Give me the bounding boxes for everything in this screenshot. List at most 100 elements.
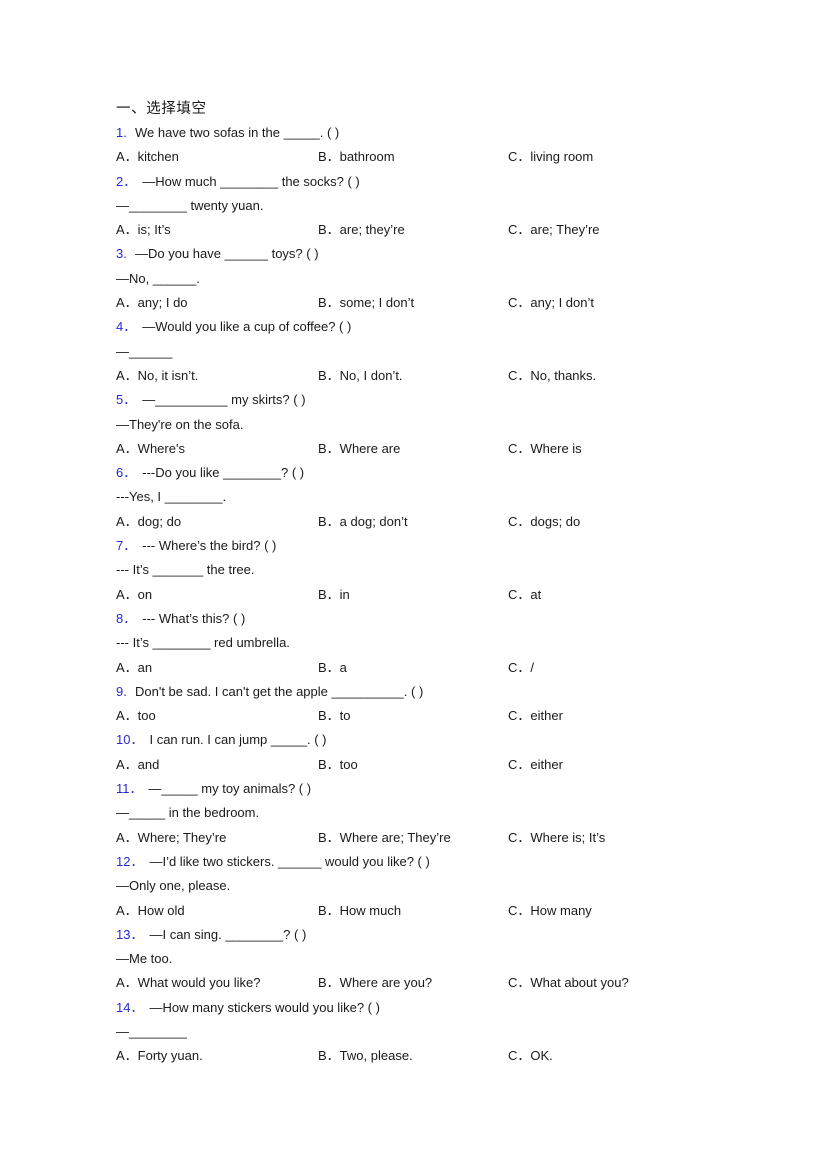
option-label: C． [508, 586, 531, 602]
question-prompt: 10． I can run. I can jump _____. ( ) [116, 728, 756, 752]
option-text: Where's [137, 440, 185, 456]
option-a[interactable]: A．dog; do [116, 510, 181, 534]
question-prompt: 9. Don't be sad. I can't get the apple __… [116, 680, 756, 704]
option-c[interactable]: C．dogs; do [508, 510, 580, 534]
question-text: —No, ______. [116, 270, 200, 286]
option-c[interactable]: C．are; They’re [508, 218, 600, 242]
question-prompt-continuation: —______ [116, 340, 756, 364]
option-label: B． [318, 829, 340, 845]
question-prompt: 7． --- Where’s the bird? ( ) [116, 534, 756, 558]
option-b[interactable]: B．too [318, 753, 358, 777]
option-label: A． [116, 586, 138, 602]
option-b[interactable]: B．Where are you? [318, 971, 432, 995]
option-a[interactable]: A．is; It’s [116, 218, 171, 242]
option-c[interactable]: C．Where is [508, 437, 582, 461]
option-label: B． [318, 756, 340, 772]
option-label: C． [508, 295, 531, 311]
option-a[interactable]: A．kitchen [116, 145, 179, 169]
option-label: B． [318, 440, 340, 456]
option-label: B． [318, 586, 340, 602]
option-text: No, I don’t. [339, 367, 403, 383]
option-text: any; I do [137, 295, 188, 311]
question-text: ---Yes, I ________. [116, 489, 227, 505]
option-label: A． [116, 367, 138, 383]
option-a[interactable]: A．No, it isn’t. [116, 364, 198, 388]
option-text: No, it isn’t. [137, 367, 199, 383]
question-prompt-continuation: —Me too. [116, 947, 756, 971]
option-text: OK. [530, 1048, 553, 1064]
option-label: A． [116, 222, 138, 238]
option-c[interactable]: C．at [508, 583, 541, 607]
option-text: in [339, 586, 350, 602]
option-text: and [137, 756, 160, 772]
option-label: B． [318, 513, 340, 529]
option-c[interactable]: C．either [508, 704, 563, 728]
option-c[interactable]: C．What about you? [508, 971, 629, 995]
option-c[interactable]: C．either [508, 753, 563, 777]
option-a[interactable]: A．What would you like? [116, 971, 261, 995]
option-label: A． [116, 756, 138, 772]
option-a[interactable]: A．and [116, 753, 159, 777]
option-b[interactable]: B．Two, please. [318, 1044, 413, 1068]
option-row: A．kitchen B．bathroom C．living room [116, 145, 756, 169]
option-row: A．How old B．How much C．How many [116, 899, 756, 923]
option-b[interactable]: B．Where are; They’re [318, 826, 451, 850]
question-text: —They're on the sofa. [116, 416, 244, 432]
option-c[interactable]: C．/ [508, 656, 534, 680]
option-b[interactable]: B．How much [318, 899, 401, 923]
option-c[interactable]: C．any; I don’t [508, 291, 594, 315]
option-a[interactable]: A．an [116, 656, 152, 680]
option-text: No, thanks. [530, 367, 597, 383]
option-row: A．an B．a C．/ [116, 656, 756, 680]
option-b[interactable]: B．some; I don’t [318, 291, 414, 315]
option-text: / [530, 659, 535, 675]
question-prompt-continuation: —Only one, please. [116, 874, 756, 898]
question-text: We have two sofas in the _____. ( ) [135, 125, 340, 140]
question-text: —How much ________ the socks? ( ) [142, 173, 360, 189]
option-b[interactable]: B．a dog; don’t [318, 510, 408, 534]
question-number: 7． [116, 538, 137, 554]
question-text: —Would you like a cup of coffee? ( ) [142, 319, 352, 335]
option-text: How old [137, 902, 185, 918]
option-text: to [339, 708, 351, 724]
option-b[interactable]: B．a [318, 656, 347, 680]
option-row: A．dog; do B．a dog; don’t C．dogs; do [116, 510, 756, 534]
option-text: Where; They’re [137, 829, 227, 845]
option-text: any; I don’t [530, 295, 594, 311]
option-a[interactable]: A．any; I do [116, 291, 188, 315]
option-b[interactable]: B．are; they’re [318, 218, 405, 242]
option-text: Forty yuan. [137, 1048, 203, 1064]
option-b[interactable]: B．bathroom [318, 145, 395, 169]
option-text: What about you? [530, 975, 629, 991]
option-c[interactable]: C．No, thanks. [508, 364, 596, 388]
option-text: some; I don’t [339, 295, 415, 311]
option-a[interactable]: A．Forty yuan. [116, 1044, 203, 1068]
option-label: B． [318, 975, 340, 991]
option-b[interactable]: B．in [318, 583, 350, 607]
option-a[interactable]: A．on [116, 583, 152, 607]
option-c[interactable]: C．living room [508, 145, 593, 169]
option-text: either [530, 756, 563, 772]
option-c[interactable]: C．How many [508, 899, 592, 923]
option-text: at [530, 586, 542, 602]
option-a[interactable]: A．too [116, 704, 156, 728]
option-label: B． [318, 222, 340, 238]
option-label: A． [116, 295, 138, 311]
option-c[interactable]: C．OK. [508, 1044, 553, 1068]
option-text: What would you like? [137, 975, 261, 991]
question-prompt-continuation: --- It’s _______ the tree. [116, 558, 756, 582]
question-prompt-continuation: —They're on the sofa. [116, 413, 756, 437]
option-b[interactable]: B．Where are [318, 437, 400, 461]
option-c[interactable]: C．Where is; It’s [508, 826, 605, 850]
option-b[interactable]: B．to [318, 704, 351, 728]
option-a[interactable]: A．How old [116, 899, 185, 923]
option-label: B． [318, 1048, 340, 1064]
option-a[interactable]: A．Where; They’re [116, 826, 226, 850]
option-text: bathroom [339, 149, 395, 165]
question-number: 8． [116, 610, 137, 626]
option-text: Where are; They’re [339, 829, 451, 845]
question-number: 3. [116, 246, 127, 262]
option-a[interactable]: A．Where's [116, 437, 185, 461]
option-b[interactable]: B．No, I don’t. [318, 364, 403, 388]
option-text: too [339, 756, 358, 772]
